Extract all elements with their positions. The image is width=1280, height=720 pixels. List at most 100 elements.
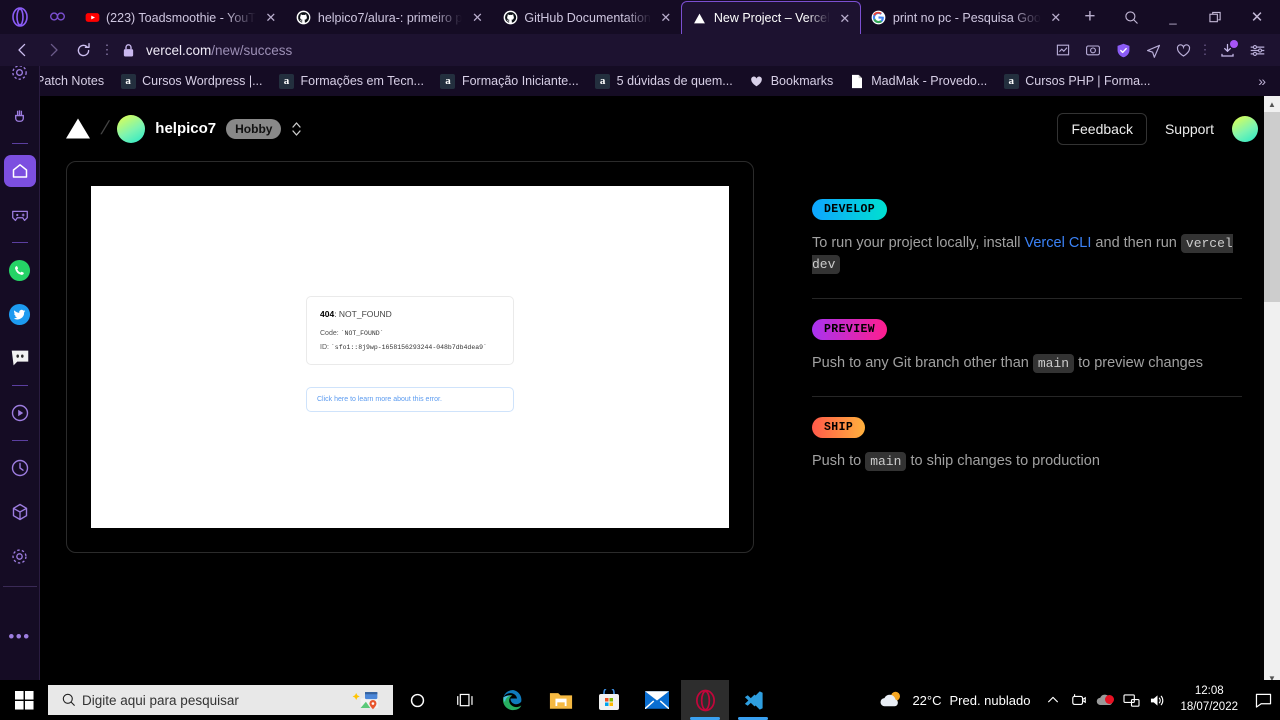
- reload-button[interactable]: [68, 35, 98, 65]
- deployment-preview-iframe: 404: NOT_FOUND Code: `NOT_FOUND` ID: `sf…: [91, 186, 729, 528]
- scrollbar-thumb[interactable]: [1264, 112, 1280, 302]
- bookmark-cursos-php[interactable]: a Cursos PHP | Forma...: [995, 69, 1158, 93]
- action-center-button[interactable]: [1248, 693, 1278, 708]
- sidebar-item-discord[interactable]: [4, 342, 36, 374]
- microsoft-edge-button[interactable]: [489, 680, 537, 720]
- address-bar[interactable]: ⋮ vercel.com/new/success: [100, 36, 1048, 64]
- minimize-button[interactable]: _: [1152, 1, 1194, 33]
- scroll-up-arrow[interactable]: ▲: [1264, 96, 1280, 112]
- tab-youtube[interactable]: (223) Toadsmoothie - YouT ✕: [74, 1, 286, 34]
- mail-button[interactable]: [633, 680, 681, 720]
- taskbar-search-box[interactable]: Digite aqui para pesquisar: [48, 685, 393, 715]
- navigation-bar: ⋮ vercel.com/new/success ⋮: [0, 34, 1280, 66]
- tab-close-button[interactable]: ✕: [468, 9, 486, 27]
- username-label[interactable]: helpico7: [155, 120, 216, 137]
- tab-close-button[interactable]: ✕: [836, 9, 854, 27]
- scrollbar-track[interactable]: [1264, 112, 1280, 670]
- tab-search-button[interactable]: [1110, 1, 1152, 33]
- bookmark-formacao-iniciante[interactable]: a Formação Iniciante...: [432, 69, 587, 93]
- new-tab-button[interactable]: +: [1075, 2, 1105, 32]
- sidebar-item-more[interactable]: •••: [4, 621, 36, 653]
- chevron-updown-icon[interactable]: [291, 120, 302, 138]
- bookmark-bookmarks-folder[interactable]: Bookmarks: [741, 69, 842, 93]
- tray-volume-button[interactable]: [1144, 693, 1170, 708]
- tray-camera-button[interactable]: [1066, 692, 1092, 708]
- user-avatar[interactable]: [1232, 115, 1258, 142]
- bookmark-5-duvidas[interactable]: a 5 dúvidas de quem...: [587, 69, 741, 93]
- deployment-preview-card[interactable]: 404: NOT_FOUND Code: `NOT_FOUND` ID: `sf…: [66, 161, 754, 553]
- lock-icon[interactable]: [114, 43, 142, 58]
- url-path: /new/success: [211, 42, 293, 58]
- url-text[interactable]: vercel.com/new/success: [142, 43, 292, 58]
- sidebar-item-home[interactable]: [3, 155, 36, 187]
- whatsapp-icon: [8, 259, 31, 281]
- bookmark-cursos-wordpress[interactable]: a Cursos Wordpress |...: [112, 69, 270, 93]
- sidebar-item-sidebar-settings[interactable]: [4, 540, 36, 572]
- tab-google-search[interactable]: print no pc - Pesquisa Goo ✕: [861, 1, 1071, 34]
- sidebar-item-history[interactable]: [4, 452, 36, 484]
- support-link[interactable]: Support: [1165, 121, 1214, 137]
- feedback-button[interactable]: Feedback: [1057, 112, 1147, 145]
- tab-vercel[interactable]: New Project – Vercel ✕: [680, 1, 861, 34]
- chevron-up-icon: [1048, 696, 1059, 703]
- restore-button[interactable]: [1194, 1, 1236, 33]
- tab-close-button[interactable]: ✕: [1047, 9, 1065, 27]
- weather-description: Pred. nublado: [949, 692, 1031, 708]
- search-highlight-icon[interactable]: [345, 689, 385, 711]
- tray-cloud-sync-off-button[interactable]: [1092, 693, 1118, 707]
- close-button[interactable]: ✕: [1236, 1, 1278, 33]
- bookmark-formacoes-tecnologia[interactable]: a Formações em Tecn...: [271, 69, 432, 93]
- vercel-triangle-icon[interactable]: [64, 115, 92, 143]
- cortana-button[interactable]: [393, 680, 441, 720]
- tab-github-repo[interactable]: helpico7/alura-: primeiro p ✕: [286, 1, 493, 34]
- snapshot-camera-icon[interactable]: [1078, 35, 1108, 65]
- step-divider: [812, 396, 1242, 398]
- error-code-value: `NOT_FOUND`: [340, 330, 384, 337]
- sidebar-item-player[interactable]: [4, 397, 36, 429]
- sidebar-item-gaming[interactable]: [4, 199, 36, 231]
- sidebar-item-whatsapp[interactable]: [4, 254, 36, 286]
- github-icon: [502, 10, 518, 26]
- easy-setup-icon[interactable]: [1242, 35, 1272, 65]
- microsoft-store-button[interactable]: [585, 680, 633, 720]
- tab-close-button[interactable]: ✕: [262, 9, 280, 27]
- taskbar-clock[interactable]: 12:08 18/07/2022: [1170, 684, 1248, 715]
- start-button[interactable]: [0, 680, 48, 720]
- visual-studio-code-button[interactable]: [729, 680, 777, 720]
- back-button[interactable]: [8, 35, 38, 65]
- overflow-dots-icon[interactable]: ⋮: [1198, 35, 1212, 65]
- opera-menu-button[interactable]: [0, 0, 40, 34]
- extension-icon[interactable]: [40, 0, 74, 33]
- downloads-icon[interactable]: [1212, 35, 1242, 65]
- page-scrollbar[interactable]: ▲ ▼: [1264, 96, 1280, 686]
- weather-widget[interactable]: 22°C Pred. nublado: [868, 690, 1040, 711]
- error-learn-more-link[interactable]: Click here to learn more about this erro…: [306, 387, 514, 412]
- file-explorer-button[interactable]: [537, 680, 585, 720]
- task-view-button[interactable]: [441, 680, 489, 720]
- cube-icon: [12, 503, 27, 521]
- sidebar-item-settings-top[interactable]: [4, 66, 36, 88]
- opera-button[interactable]: [681, 680, 729, 720]
- vpn-shield-icon[interactable]: [1108, 35, 1138, 65]
- bookmarks-overflow-button[interactable]: »: [1250, 73, 1274, 89]
- heart-bookmark-icon[interactable]: [1168, 35, 1198, 65]
- sidebar-item-twitter[interactable]: [4, 298, 36, 330]
- task-view-icon: [456, 693, 473, 706]
- vercel-cli-link[interactable]: Vercel CLI: [1025, 235, 1092, 251]
- clock-time: 12:08: [1194, 685, 1224, 698]
- tab-github-docs[interactable]: GitHub Documentation ✕: [492, 1, 680, 34]
- sidebar-item-workspaces[interactable]: [4, 496, 36, 528]
- system-tray: 22°C Pred. nublado 12:08 18/07/2022: [868, 680, 1280, 720]
- amazon-icon: a: [440, 73, 456, 89]
- tray-network-button[interactable]: [1118, 693, 1144, 708]
- bookmark-madmak[interactable]: MadMak - Provedo...: [841, 69, 995, 93]
- page-actions-icon[interactable]: ⋮: [100, 42, 114, 58]
- tray-overflow-button[interactable]: [1040, 693, 1066, 707]
- bookmark-label: Formações em Tecn...: [300, 74, 424, 88]
- tab-label: (223) Toadsmoothie - YouT: [106, 10, 256, 25]
- pin-chart-icon[interactable]: [1048, 35, 1078, 65]
- forward-button[interactable]: [38, 35, 68, 65]
- tab-close-button[interactable]: ✕: [657, 9, 675, 27]
- send-flow-icon[interactable]: [1138, 35, 1168, 65]
- sidebar-item-clear-data[interactable]: [4, 100, 36, 132]
